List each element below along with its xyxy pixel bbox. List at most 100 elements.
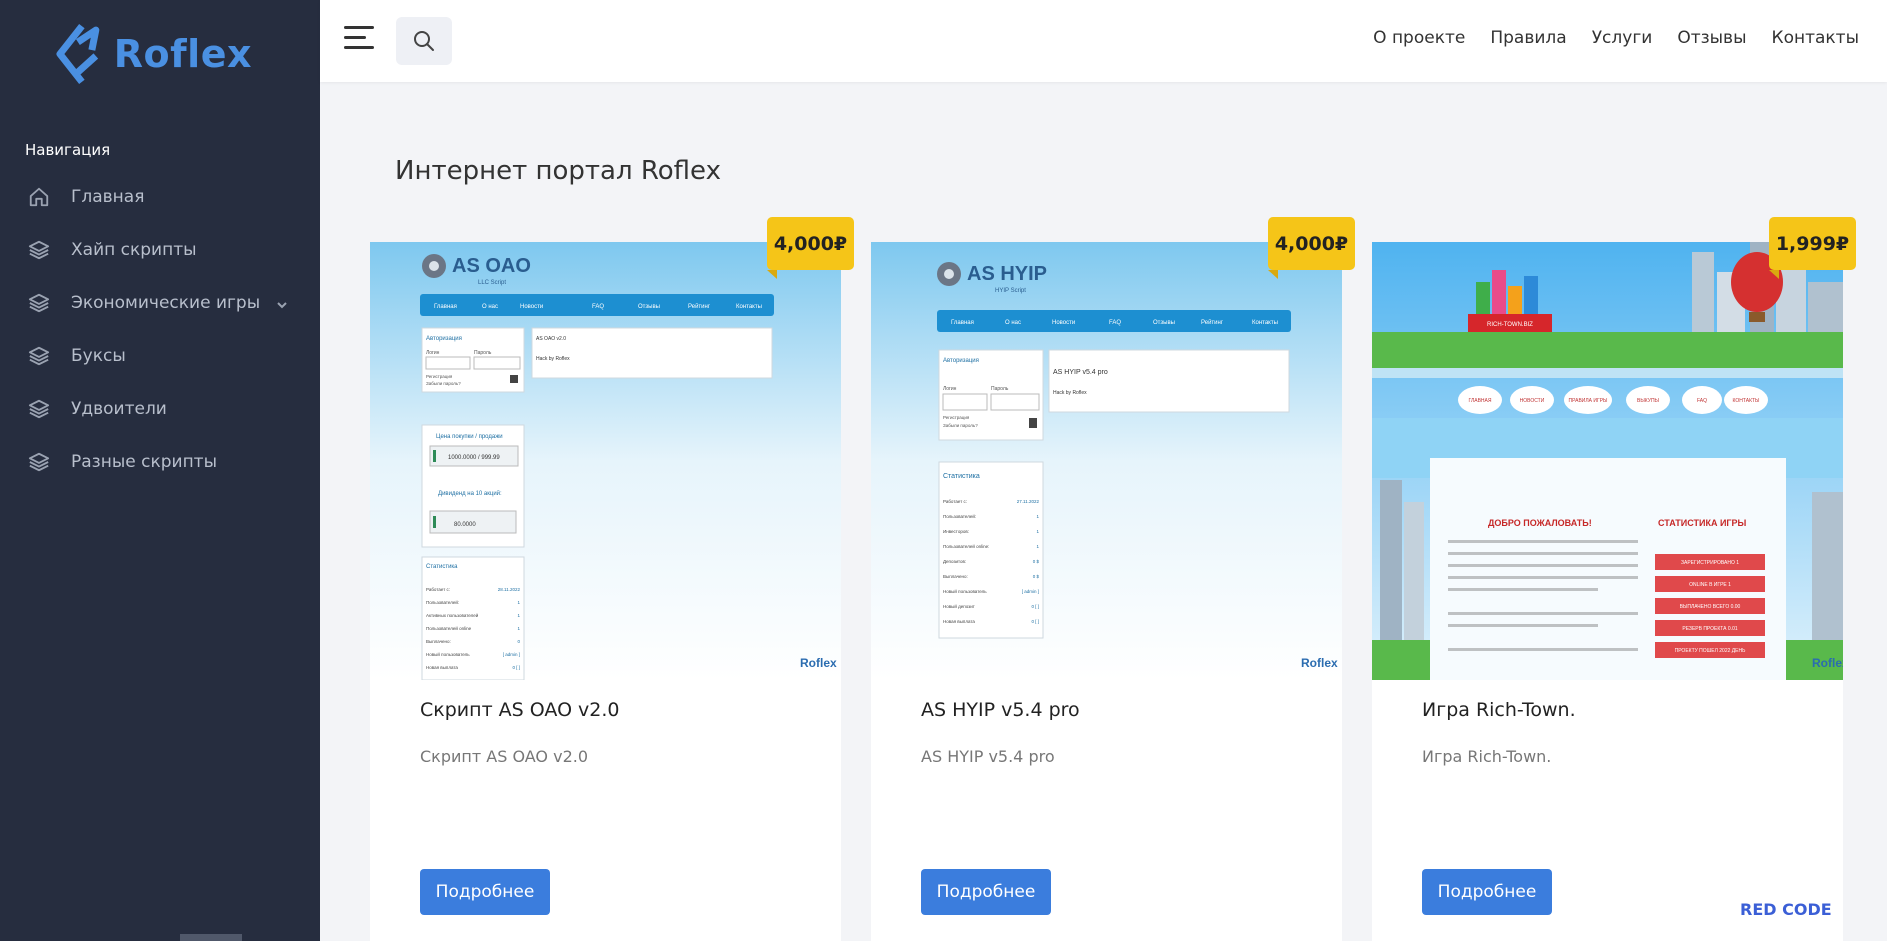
thumb-stat-value: 0 $ xyxy=(1033,574,1040,579)
product-card: AS HYIP HYIP Script Главная О нас Новост… xyxy=(871,242,1342,941)
sidebar-item-misc-scripts[interactable]: Разные скрипты xyxy=(0,435,320,488)
thumb-menu: FAQ xyxy=(1697,398,1707,404)
layers-icon xyxy=(27,291,51,315)
card-description: Игра Rich-Town. xyxy=(1422,747,1552,766)
nav-link-rules[interactable]: Правила xyxy=(1490,28,1566,48)
card-title[interactable]: Игра Rich-Town. xyxy=(1422,699,1576,721)
thumb-stat: Новый пользователь xyxy=(943,588,987,594)
chevron-down-icon[interactable] xyxy=(276,296,288,309)
thumb-stat: Пользователей online xyxy=(426,625,472,631)
card-title[interactable]: AS HYIP v5.4 pro xyxy=(921,699,1080,721)
menu-toggle-button[interactable] xyxy=(344,26,376,56)
product-thumbnail[interactable]: AS HYIP HYIP Script Главная О нас Новост… xyxy=(871,242,1342,680)
thumb-forgot: Забыли пароль? xyxy=(426,381,461,386)
nav-link-about[interactable]: О проекте xyxy=(1373,28,1465,48)
nav-link-services[interactable]: Услуги xyxy=(1592,28,1653,48)
top-nav: О проекте Правила Услуги Отзывы Контакты xyxy=(1348,28,1859,48)
thumb-stat-value: [ admin ] xyxy=(503,652,520,657)
sidebar-item-bux[interactable]: Буксы xyxy=(0,329,320,382)
thumb-menu: Главная xyxy=(434,304,457,310)
thumb-stat: Работает с: xyxy=(943,499,967,504)
details-button[interactable]: Подробнее xyxy=(420,869,550,915)
thumb-stat-value: 0 [ ] xyxy=(512,665,520,670)
product-card: RICH-TOWN.BIZ ГЛАВНАЯ НОВОСТИ ПРАВИЛА ИГ… xyxy=(1372,242,1843,941)
thumb-stat: Пользователей online: xyxy=(943,543,989,549)
thumb-stat: Новая выплата xyxy=(426,665,458,670)
thumb-menu: ГЛАВНАЯ xyxy=(1469,398,1492,404)
card-description: AS HYIP v5.4 pro xyxy=(921,747,1055,766)
thumb-reg: Регистрация xyxy=(943,415,970,420)
thumb-stat: ВЫПЛАЧЕНО ВСЕГО 0.00 xyxy=(1680,604,1741,610)
thumb-stat: РЕЗЕРВ ПРОЕКТА 0.01 xyxy=(1682,626,1737,632)
thumb-menu: Новости xyxy=(520,304,543,310)
thumb-stat: Пользователей: xyxy=(943,513,976,519)
details-button[interactable]: Подробнее xyxy=(921,869,1051,915)
sidebar-item-hype-scripts[interactable]: Хайп скрипты xyxy=(0,223,320,276)
thumb-menu: Отзывы xyxy=(638,304,660,310)
layers-icon xyxy=(27,397,51,421)
thumb-pass: Пароль xyxy=(474,350,492,356)
thumb-stat: ПРОЕКТУ ПОШЕЛ 2022 ДЕНЬ xyxy=(1675,648,1746,654)
thumb-stat: Работает с: xyxy=(426,587,450,592)
thumb-menu: Отзывы xyxy=(1153,320,1175,326)
thumb-forgot: Забыли пароль? xyxy=(943,423,978,428)
sidebar-item-home[interactable]: Главная xyxy=(0,170,320,223)
sidebar-item-economic-games[interactable]: Экономические игры xyxy=(0,276,320,329)
thumb-auth: Авторизация xyxy=(426,336,462,342)
menu-line xyxy=(344,36,366,39)
thumb-sub: LLC Script xyxy=(478,280,506,286)
thumb-menu: Главная xyxy=(951,320,974,326)
thumb-menu: ВЫКУПЫ xyxy=(1637,398,1660,404)
thumb-stat: Выплачено: xyxy=(943,574,968,579)
sidebar-item-label: Буксы xyxy=(71,345,126,366)
thumb-stat-value: 27.11.2022 xyxy=(1017,499,1040,504)
layers-icon xyxy=(27,344,51,368)
thumb-sign: RICH-TOWN.BIZ xyxy=(1487,322,1533,328)
menu-line xyxy=(344,26,374,29)
thumb-logo: AS HYIP xyxy=(967,263,1047,285)
nav-title: Навигация xyxy=(25,141,111,159)
sidebar-item-label: Главная xyxy=(71,186,145,207)
thumb-stat: Инвесторов: xyxy=(943,529,969,534)
menu-line xyxy=(344,46,374,49)
gear-icon xyxy=(937,262,961,286)
gear-icon xyxy=(422,254,446,278)
thumb-welcome: ДОБРО ПОЖАЛОВАТЬ! xyxy=(1488,518,1592,528)
sidebar-item-doublers[interactable]: Удвоители xyxy=(0,382,320,435)
thumb-menu: О нас xyxy=(482,304,498,310)
product-thumbnail[interactable]: RICH-TOWN.BIZ ГЛАВНАЯ НОВОСТИ ПРАВИЛА ИГ… xyxy=(1372,242,1843,680)
thumb-logo: AS OAO xyxy=(452,255,531,277)
sidebar-item-label: Разные скрипты xyxy=(71,451,218,472)
thumb-stat-value: 0 $ xyxy=(1033,559,1040,564)
thumb-login: Логин xyxy=(426,350,440,356)
thumb-menu: Контакты xyxy=(736,304,762,310)
thumb-stat: Новый пользователь xyxy=(426,651,470,657)
thumb-menu: КОНТАКТЫ xyxy=(1733,398,1761,404)
thumb-stat: Новая выплата xyxy=(943,619,975,624)
brand-logo[interactable]: Roflex xyxy=(52,20,252,88)
logo-icon xyxy=(56,23,100,85)
layers-icon xyxy=(27,238,51,262)
product-thumbnail[interactable]: AS OAO LLC Script Главная О нас Новости … xyxy=(370,242,841,680)
details-button[interactable]: Подробнее xyxy=(1422,869,1552,915)
search-button[interactable] xyxy=(396,17,452,65)
sidebar-scroll-indicator xyxy=(180,934,242,941)
thumb-stats-title: Статистика xyxy=(426,564,458,570)
product-card: AS OAO LLC Script Главная О нас Новости … xyxy=(370,242,841,941)
card-description: Скрипт AS OAO v2.0 xyxy=(420,747,589,766)
thumb-stat: Активных пользователей xyxy=(426,612,479,618)
thumb-stat-value: 0 [ ] xyxy=(1031,604,1039,609)
thumb-menu: НОВОСТИ xyxy=(1520,398,1545,404)
home-icon xyxy=(27,185,51,209)
thumb-stat: ONLINE В ИГРЕ 1 xyxy=(1689,582,1731,588)
nav-link-reviews[interactable]: Отзывы xyxy=(1677,28,1746,48)
thumb-reg: Регистрация xyxy=(426,374,453,379)
thumb-panel-title: AS HYIP v5.4 pro xyxy=(1053,369,1108,376)
sidebar-item-label: Хайп скрипты xyxy=(71,239,197,260)
thumb-stat: Выплачено: xyxy=(426,639,451,644)
page-title: Интернет портал Roflex xyxy=(395,156,721,186)
corner-watermark: RED CODE xyxy=(1740,900,1832,919)
nav-link-contacts[interactable]: Контакты xyxy=(1772,28,1860,48)
card-title[interactable]: Скрипт AS OAO v2.0 xyxy=(420,699,620,721)
sidebar-item-label: Экономические игры xyxy=(71,292,261,313)
